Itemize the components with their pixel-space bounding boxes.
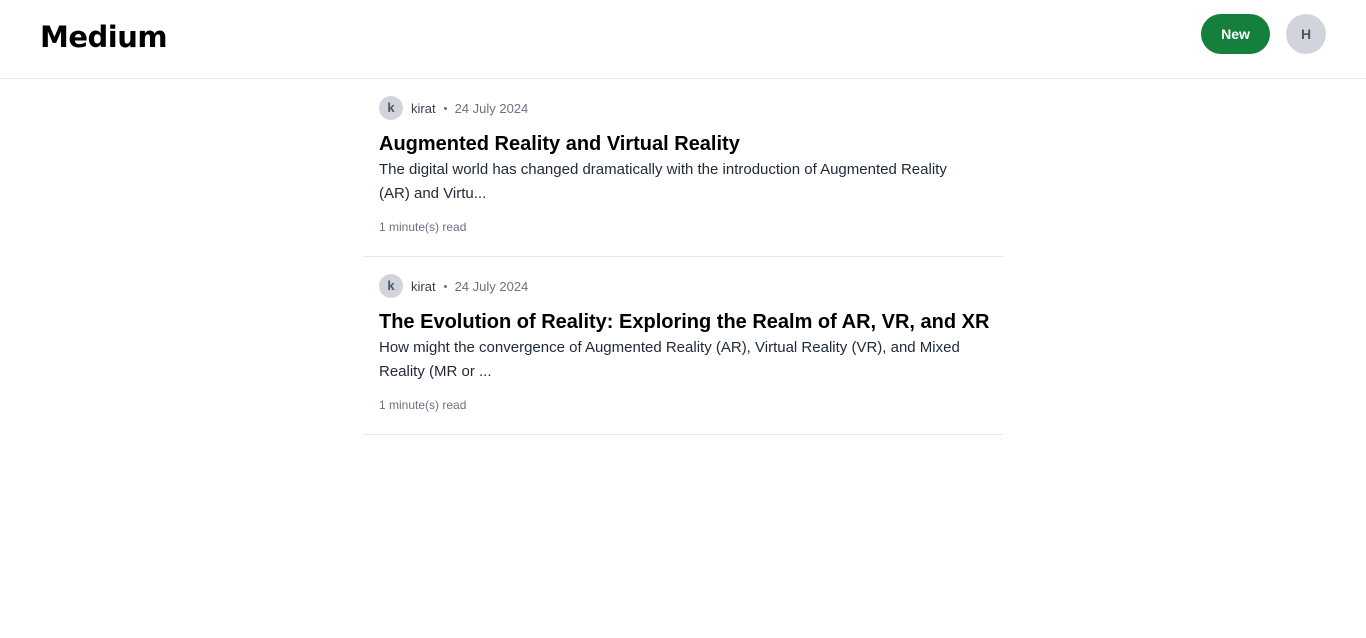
separator-dot-icon	[443, 106, 447, 110]
separator-dot-icon	[443, 284, 447, 288]
author-avatar: k	[379, 274, 403, 298]
author-name: kirat	[411, 100, 436, 116]
post-date: 24 July 2024	[454, 278, 529, 294]
post-card[interactable]: k kirat 24 July 2024 Augmented Reality a…	[363, 79, 1003, 257]
post-excerpt: The digital world has changed dramatical…	[379, 161, 947, 202]
user-avatar[interactable]: H	[1286, 14, 1326, 54]
post-title[interactable]: The Evolution of Reality: Exploring the …	[379, 310, 989, 334]
post-title[interactable]: Augmented Reality and Virtual Reality	[379, 132, 987, 156]
app-logo[interactable]: Medium	[40, 20, 168, 54]
post-card[interactable]: k kirat 24 July 2024 The Evolution of Re…	[363, 257, 1003, 435]
app-header: Medium New H	[0, 0, 1366, 79]
read-time: 1 minute(s) read	[379, 398, 467, 412]
post-feed: k kirat 24 July 2024 Augmented Reality a…	[363, 79, 1003, 435]
post-date: 24 July 2024	[454, 100, 529, 116]
author-avatar: k	[379, 96, 403, 120]
post-meta: k kirat 24 July 2024	[379, 274, 987, 298]
read-time: 1 minute(s) read	[379, 220, 467, 234]
post-excerpt: How might the convergence of Augmented R…	[379, 339, 960, 380]
new-post-button[interactable]: New	[1201, 14, 1270, 54]
post-meta: k kirat 24 July 2024	[379, 96, 987, 120]
author-name: kirat	[411, 278, 436, 294]
